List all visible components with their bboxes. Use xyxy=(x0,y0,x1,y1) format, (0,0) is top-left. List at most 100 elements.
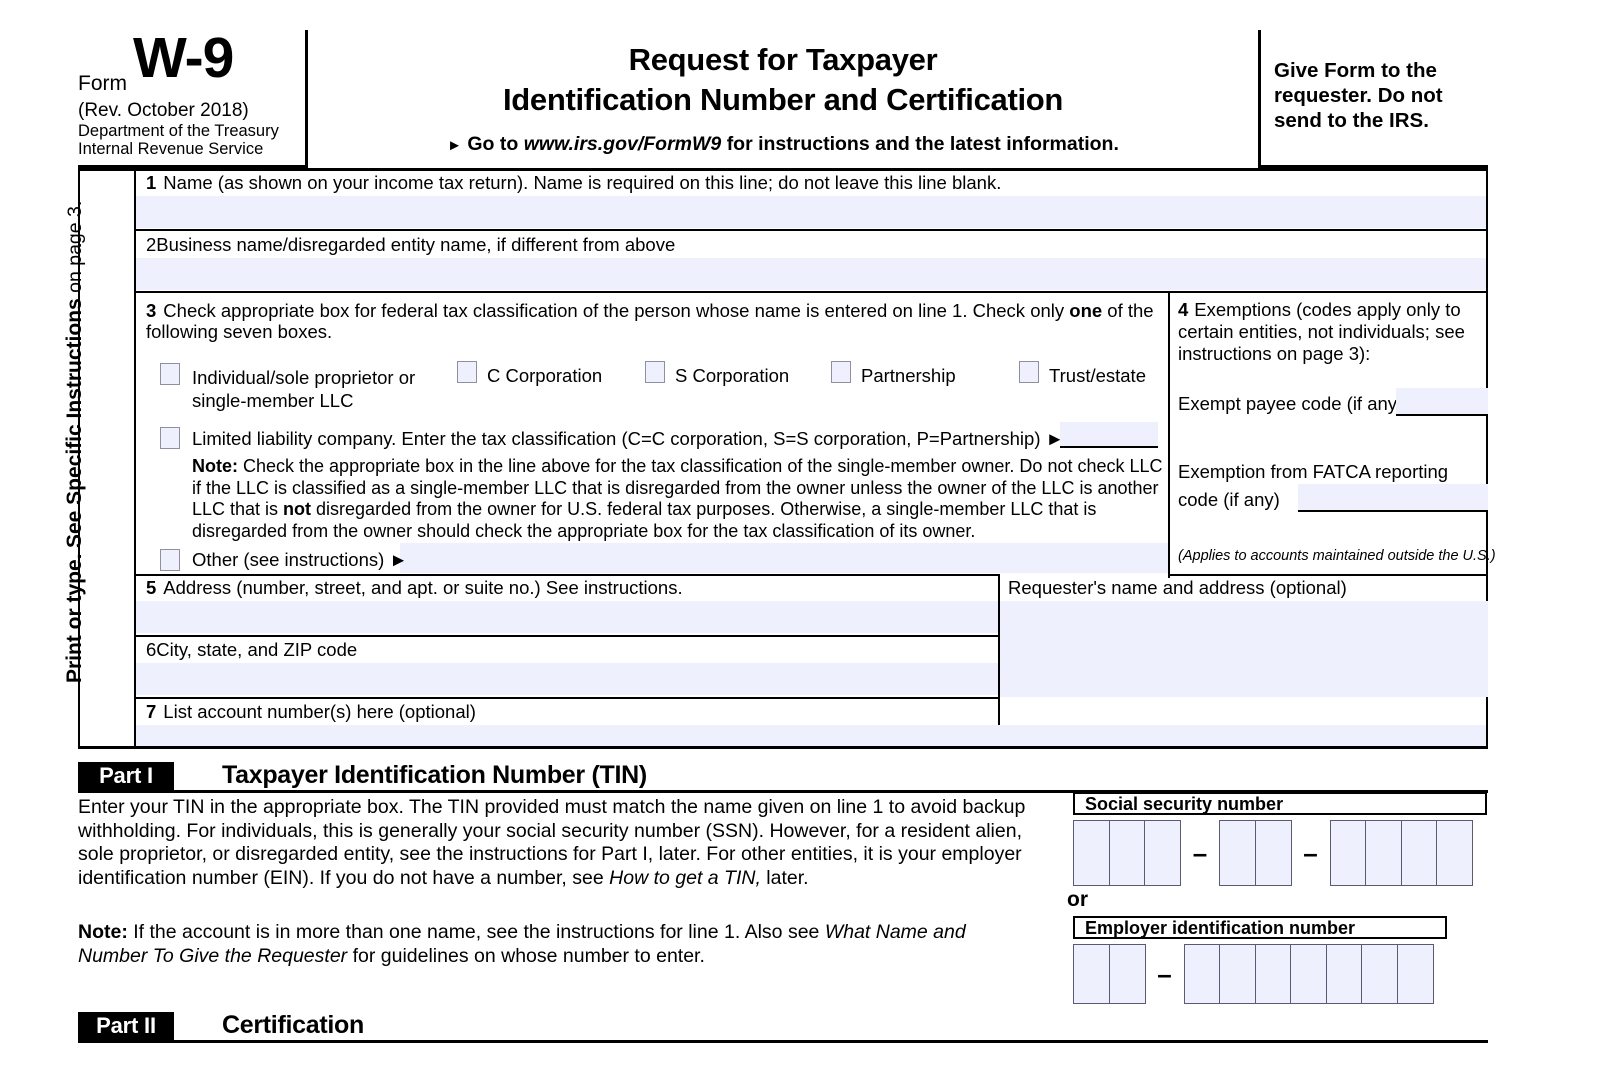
ein-digit-box[interactable] xyxy=(1073,944,1110,1004)
exempt-payee-code-input[interactable] xyxy=(1396,388,1488,414)
part1-note-b: for guidelines on whose number to enter. xyxy=(347,944,705,967)
department-line-2: Internal Revenue Service xyxy=(78,139,264,158)
line5-label: 5 Address (number, street, and apt. or su… xyxy=(146,577,683,599)
ssn-digit-box[interactable] xyxy=(1254,820,1292,886)
line5-rule xyxy=(134,635,1000,637)
line6-number: 6 xyxy=(146,639,157,660)
or-label: or xyxy=(1067,888,1088,911)
ssn-digit-box[interactable] xyxy=(1144,820,1181,886)
ein-digit-box[interactable] xyxy=(1254,944,1292,1004)
exempt-payee-code-label: Exempt payee code (if any) xyxy=(1178,393,1404,414)
sidebar-vertical-instructions: Print or type. See Specific Instructions… xyxy=(63,201,87,683)
ssn-digit-box[interactable] xyxy=(1108,820,1146,886)
header-divider-left xyxy=(305,30,308,168)
part2-title: Certification xyxy=(222,1011,364,1039)
checkbox-c-corporation[interactable] xyxy=(457,361,477,383)
page-title-line-2: Identification Number and Certification xyxy=(502,82,1064,117)
line3-note-bold: Note: xyxy=(192,456,238,476)
line3-intro-bold: one xyxy=(1069,300,1103,321)
give-form-note: Give Form to the requester. Do not send … xyxy=(1274,59,1443,132)
ein-digit-box[interactable] xyxy=(1290,944,1327,1004)
department-line-1: Department of the Treasury xyxy=(78,122,279,140)
checkbox-partnership[interactable] xyxy=(831,361,851,383)
line4-label: 4 Exemptions (codes apply only to certain… xyxy=(1178,299,1478,365)
goto-url-link[interactable]: www.irs.gov/FormW9 xyxy=(524,133,722,155)
checkbox-s-corporation[interactable] xyxy=(645,361,665,383)
checkbox-trust-estate[interactable] xyxy=(1019,361,1039,383)
checkbox-partnership-label: Partnership xyxy=(861,365,956,386)
checkbox-s-corporation-label: S Corporation xyxy=(675,365,790,386)
ssn-digit-box[interactable] xyxy=(1073,820,1110,886)
line3-note-bold-not: not xyxy=(283,499,312,519)
sidebar-see-specific-instructions: See Specific Instructions xyxy=(63,298,86,549)
ein-group xyxy=(1073,944,1146,1004)
goto-prefix: Go to xyxy=(467,133,519,155)
w9-form-page: Form W-9 (Rev. October 2018) Department … xyxy=(0,0,1604,1072)
part1-note-a: If the account is in more than one name,… xyxy=(127,921,825,943)
city-state-zip-input[interactable] xyxy=(136,663,998,695)
ein-digit-box[interactable] xyxy=(1183,944,1221,1004)
part1-body-b: later. xyxy=(760,866,809,889)
ssn-digit-box[interactable] xyxy=(1329,820,1367,886)
address-input[interactable] xyxy=(136,601,998,633)
line3-note-b: disregarded from the owner for U.S. fede… xyxy=(192,499,1097,541)
line1-rule xyxy=(134,229,1488,231)
line3-number: 3 xyxy=(146,300,157,321)
ssn-digit-box[interactable] xyxy=(1400,820,1438,886)
ssn-digit-box[interactable] xyxy=(1219,820,1256,886)
fatca-code-input[interactable] xyxy=(1298,484,1488,510)
part1-note-bold: Note: xyxy=(78,921,128,943)
llc-classification-underline xyxy=(1060,446,1158,448)
ein-digit-box[interactable] xyxy=(1325,944,1363,1004)
ein-digit-box[interactable] xyxy=(1361,944,1398,1004)
llc-label-text: Limited liability company. Enter the tax… xyxy=(192,428,1041,449)
exempt-payee-code-underline xyxy=(1396,414,1488,416)
form-revision-label: (Rev. October 2018) xyxy=(78,100,249,121)
line3-bottom-rule xyxy=(134,574,1000,576)
other-classification-input[interactable] xyxy=(400,543,1168,573)
ssn-separator: – xyxy=(1192,837,1208,868)
line5-label-text: Address (number, street, and apt. or sui… xyxy=(163,577,683,598)
name-input[interactable] xyxy=(136,196,1486,228)
requester-label: Requester's name and address (optional) xyxy=(1008,577,1347,598)
part1-note-text: Note: If the account is in more than one… xyxy=(78,921,1038,968)
checkbox-individual[interactable] xyxy=(160,363,180,385)
part2-rule xyxy=(78,1040,1488,1043)
line4-bottom-rule xyxy=(1168,574,1488,576)
line2-label-text: Business name/disregarded entity name, i… xyxy=(156,234,676,255)
line4-number: 4 xyxy=(1178,299,1189,320)
ssn-separator: – xyxy=(1303,837,1318,868)
checkbox-limited-liability-company[interactable] xyxy=(160,427,180,449)
ssn-header: Social security number xyxy=(1073,792,1487,815)
line3-intro-a: Check appropriate box for federal tax cl… xyxy=(163,300,1070,321)
line1-number: 1 xyxy=(146,172,157,193)
form-number-heading: W-9 xyxy=(133,26,234,90)
checkbox-other[interactable] xyxy=(160,549,180,571)
other-label-text: Other (see instructions) xyxy=(192,549,385,570)
requester-input[interactable] xyxy=(1000,601,1488,697)
part1-title: Taxpayer Identification Number (TIN) xyxy=(222,761,647,789)
part2-tag: Part II xyxy=(78,1012,174,1040)
llc-classification-input[interactable] xyxy=(1060,422,1158,446)
sidebar-page-reference: on page 3. xyxy=(64,200,86,299)
ein-digit-box[interactable] xyxy=(1219,944,1256,1004)
account-numbers-input[interactable] xyxy=(136,725,1486,747)
ein-separator: – xyxy=(1157,958,1172,989)
ssn-digit-box[interactable] xyxy=(1436,820,1473,886)
ein-digit-box[interactable] xyxy=(1108,944,1146,1004)
form-word-label: Form xyxy=(78,72,127,95)
part1-body-a: Enter your TIN in the appropriate box. T… xyxy=(78,796,1026,889)
ssn-digit-box[interactable] xyxy=(1365,820,1402,886)
body-bottom-rule xyxy=(78,746,1488,749)
line4-label-text: Exemptions (codes apply only to certain … xyxy=(1178,299,1465,364)
ein-input-row[interactable]: – xyxy=(1073,944,1434,1004)
ein-digit-box[interactable] xyxy=(1396,944,1434,1004)
ssn-input-row[interactable]: – – xyxy=(1073,820,1473,886)
line7-label: 7 List account number(s) here (optional) xyxy=(146,701,476,723)
header-divider-right xyxy=(1258,30,1261,168)
ssn-group xyxy=(1073,820,1181,886)
part1-tag: Part I xyxy=(78,762,174,790)
sidebar-divider xyxy=(134,168,136,748)
business-name-input[interactable] xyxy=(136,258,1486,290)
part1-body-italic: How to get a TIN, xyxy=(609,866,761,889)
